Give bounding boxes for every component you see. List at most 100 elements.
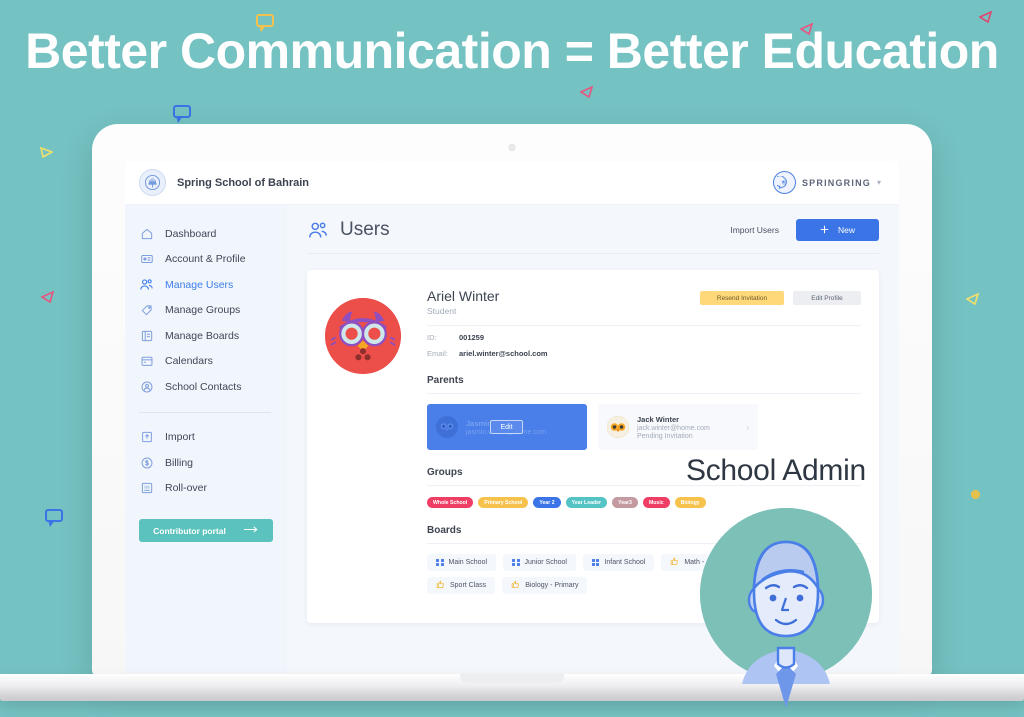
plus-icon — [820, 225, 829, 236]
contributor-portal-wrap: Contributor portal — [125, 519, 287, 542]
group-tag[interactable]: Year 2 — [533, 497, 561, 508]
owl-avatar-red — [325, 298, 401, 374]
calendar-icon — [139, 354, 154, 369]
triangle-pink-top-icon — [799, 22, 814, 40]
school-crest-icon — [139, 169, 166, 196]
triangle-yellow-right-icon — [965, 292, 980, 310]
board-chip[interactable]: Infant School — [582, 554, 655, 571]
owl-avatar-orange — [607, 416, 629, 438]
sidebar-divider — [139, 411, 271, 413]
thumb-icon — [511, 580, 520, 591]
parent-status: Pending Invitation — [637, 432, 693, 440]
contributor-portal-label: Contributor portal — [153, 525, 226, 536]
sidebar-item-school-contacts[interactable]: School Contacts — [125, 374, 287, 400]
group-tag[interactable]: Year3 — [612, 497, 638, 508]
app-topbar: Spring School of Bahrain SPRINGRING ▾ — [125, 161, 899, 205]
laptop-camera-icon — [508, 144, 516, 151]
group-tag[interactable]: Whole School — [427, 497, 474, 508]
chevron-down-icon[interactable]: ▾ — [877, 178, 881, 187]
springring-chat-icon — [772, 171, 796, 194]
group-tag[interactable]: Biology — [674, 497, 706, 508]
sidebar-item-label: Account & Profile — [165, 253, 246, 266]
board-label: Infant School — [604, 559, 646, 566]
ring-yellow-icon — [971, 490, 980, 499]
users-icon — [139, 277, 154, 292]
triangle-yellow-left-icon — [39, 145, 54, 163]
board-label: Sport Class — [450, 582, 487, 589]
new-button-label: New — [837, 225, 855, 235]
grid-icon — [436, 558, 444, 567]
parents-list: Jasmin Winter jasmin.winter@home.com Edi… — [427, 404, 861, 450]
page-title: Users — [340, 219, 390, 240]
sidebar-item-manage-groups[interactable]: Manage Groups — [125, 298, 287, 324]
import-users-button[interactable]: Import Users — [730, 225, 779, 235]
sidebar-item-dashboard[interactable]: Dashboard — [125, 221, 287, 247]
parent-info: Jack Winter jack.winter@home.com Pending… — [637, 415, 710, 440]
arrow-right-icon — [243, 525, 259, 536]
sidebar-item-label: Dashboard — [165, 227, 217, 240]
groups-tag-list: Whole School Primary School Year 2 Year … — [427, 497, 861, 508]
grid-icon — [512, 558, 520, 567]
springring-wordmark: SPRINGRING — [801, 177, 871, 188]
owl-avatar-blue — [436, 416, 458, 438]
sidebar-item-billing[interactable]: Billing — [125, 450, 287, 476]
sidebar-item-account-profile[interactable]: Account & Profile — [125, 247, 287, 273]
sidebar-item-label: Manage Users — [165, 278, 234, 291]
group-tag[interactable]: Music — [642, 497, 670, 508]
rollover-icon — [139, 481, 154, 496]
user-header-rule — [427, 325, 861, 326]
sidebar-item-label: School Contacts — [165, 380, 242, 393]
user-avatar-column — [325, 288, 423, 623]
group-tag[interactable]: Year Leader — [565, 497, 608, 508]
import-icon — [139, 430, 154, 445]
user-email-value: ariel.winter@school.com — [459, 349, 548, 358]
sidebar-item-label: Calendars — [165, 355, 213, 368]
triangle-pink-left-icon — [40, 290, 55, 308]
sidebar-item-import[interactable]: Import — [125, 425, 287, 451]
parent-card[interactable]: Jack Winter jack.winter@home.com Pending… — [598, 404, 758, 450]
sidebar-item-manage-boards[interactable]: Manage Boards — [125, 323, 287, 349]
grid-icon — [591, 558, 600, 567]
resend-invitation-button[interactable]: Resend Invitation — [700, 291, 784, 305]
thumb-icon — [436, 580, 445, 591]
sidebar-item-calendars[interactable]: Calendars — [125, 349, 287, 375]
sidebar-item-label: Roll-over — [165, 482, 208, 495]
tag-icon — [139, 303, 154, 318]
contributor-portal-button[interactable]: Contributor portal — [139, 519, 273, 542]
sidebar-item-label: Manage Boards — [165, 329, 240, 342]
sidebar-item-manage-users[interactable]: Manage Users — [125, 272, 287, 298]
user-role: Student — [427, 306, 457, 316]
parents-section-title: Parents — [427, 375, 464, 386]
parent-edit-button[interactable]: Edit — [490, 420, 523, 434]
triangle-pink-mid-icon — [579, 85, 594, 103]
board-label: Junior School — [524, 559, 567, 566]
board-chip[interactable]: Biology - Primary — [502, 577, 588, 594]
board-chip[interactable]: Sport Class — [427, 577, 496, 594]
board-chip[interactable]: Main School — [427, 554, 497, 571]
new-button[interactable]: New — [796, 219, 879, 241]
thumb-icon — [670, 557, 679, 568]
users-icon — [307, 219, 329, 241]
laptop-notch — [460, 674, 564, 683]
user-id-value: 001259 — [459, 333, 485, 342]
chat-bubble-yellow-icon — [256, 14, 274, 32]
parents-rule — [427, 393, 861, 394]
user-identity: Ariel Winter Student — [427, 288, 499, 316]
sidebar-item-rollover[interactable]: Roll-over — [125, 476, 287, 502]
sidebar: Dashboard Account & Profile Manage Users — [125, 205, 287, 673]
user-id-label: ID: — [427, 333, 437, 342]
persona-avatar — [700, 508, 872, 708]
page-header-actions: Import Users New — [730, 219, 879, 241]
user-id-row: ID: 001259 — [427, 333, 861, 342]
chevron-right-icon[interactable]: › — [746, 423, 749, 432]
sidebar-item-label: Import — [165, 431, 195, 444]
board-chip[interactable]: Junior School — [503, 554, 576, 571]
chat-bubble-blue-left-icon — [45, 509, 63, 527]
persona-label: School Admin — [686, 454, 866, 487]
parent-card-selected[interactable]: Jasmin Winter jasmin.winter@home.com Edi… — [427, 404, 587, 450]
chat-bubble-blue-icon — [173, 105, 191, 123]
springring-brand[interactable]: SPRINGRING ▾ — [772, 171, 881, 194]
edit-profile-button[interactable]: Edit Profile — [793, 291, 861, 305]
group-tag[interactable]: Primary School — [478, 497, 529, 508]
user-email-row: Email: ariel.winter@school.com — [427, 349, 861, 358]
